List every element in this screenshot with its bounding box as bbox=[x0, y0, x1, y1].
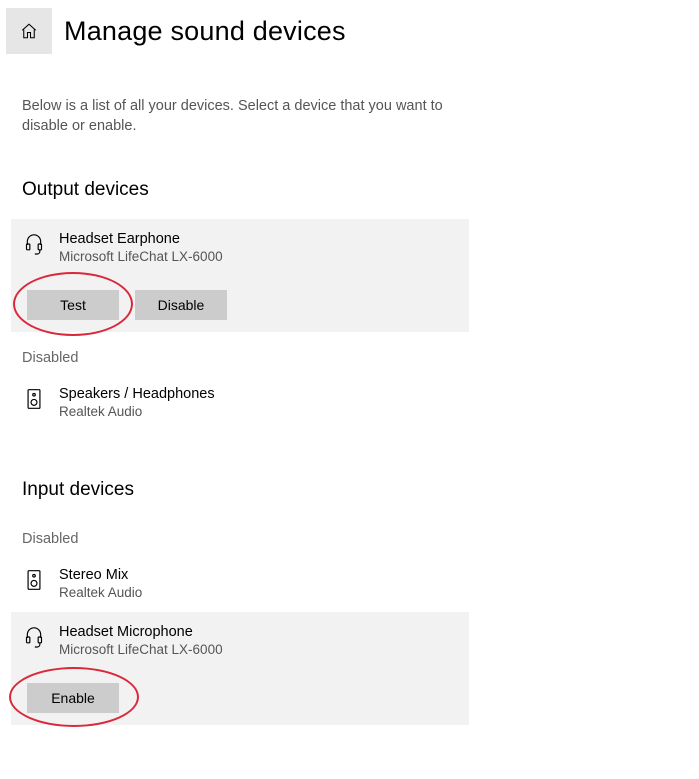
device-name: Headset Earphone bbox=[59, 231, 223, 247]
device-name: Headset Microphone bbox=[59, 624, 223, 640]
page-title: Manage sound devices bbox=[64, 16, 346, 47]
speaker-icon bbox=[23, 386, 45, 410]
device-subtitle: Microsoft LifeChat LX-6000 bbox=[59, 642, 223, 657]
headset-icon bbox=[23, 231, 45, 255]
enable-button[interactable]: Enable bbox=[27, 683, 119, 713]
device-headset-microphone[interactable]: Headset Microphone Microsoft LifeChat LX… bbox=[11, 612, 469, 725]
speaker-icon bbox=[23, 567, 45, 591]
device-name: Stereo Mix bbox=[59, 567, 142, 583]
output-devices-heading: Output devices bbox=[0, 179, 699, 201]
test-button[interactable]: Test bbox=[27, 290, 119, 320]
device-subtitle: Realtek Audio bbox=[59, 404, 215, 419]
home-button[interactable] bbox=[6, 8, 52, 54]
page-description: Below is a list of all your devices. Sel… bbox=[0, 96, 470, 137]
disable-button[interactable]: Disable bbox=[135, 290, 227, 320]
headset-icon bbox=[23, 624, 45, 648]
device-name: Speakers / Headphones bbox=[59, 386, 215, 402]
output-disabled-label: Disabled bbox=[0, 350, 699, 366]
device-subtitle: Realtek Audio bbox=[59, 585, 142, 600]
device-subtitle: Microsoft LifeChat LX-6000 bbox=[59, 249, 223, 264]
device-stereo-mix[interactable]: Stereo Mix Realtek Audio bbox=[11, 555, 469, 612]
input-devices-heading: Input devices bbox=[0, 479, 699, 501]
page-header: Manage sound devices bbox=[0, 8, 699, 54]
home-icon bbox=[20, 22, 38, 40]
device-speakers[interactable]: Speakers / Headphones Realtek Audio bbox=[11, 374, 469, 431]
input-disabled-label: Disabled bbox=[0, 531, 699, 547]
device-headset-earphone[interactable]: Headset Earphone Microsoft LifeChat LX-6… bbox=[11, 219, 469, 332]
